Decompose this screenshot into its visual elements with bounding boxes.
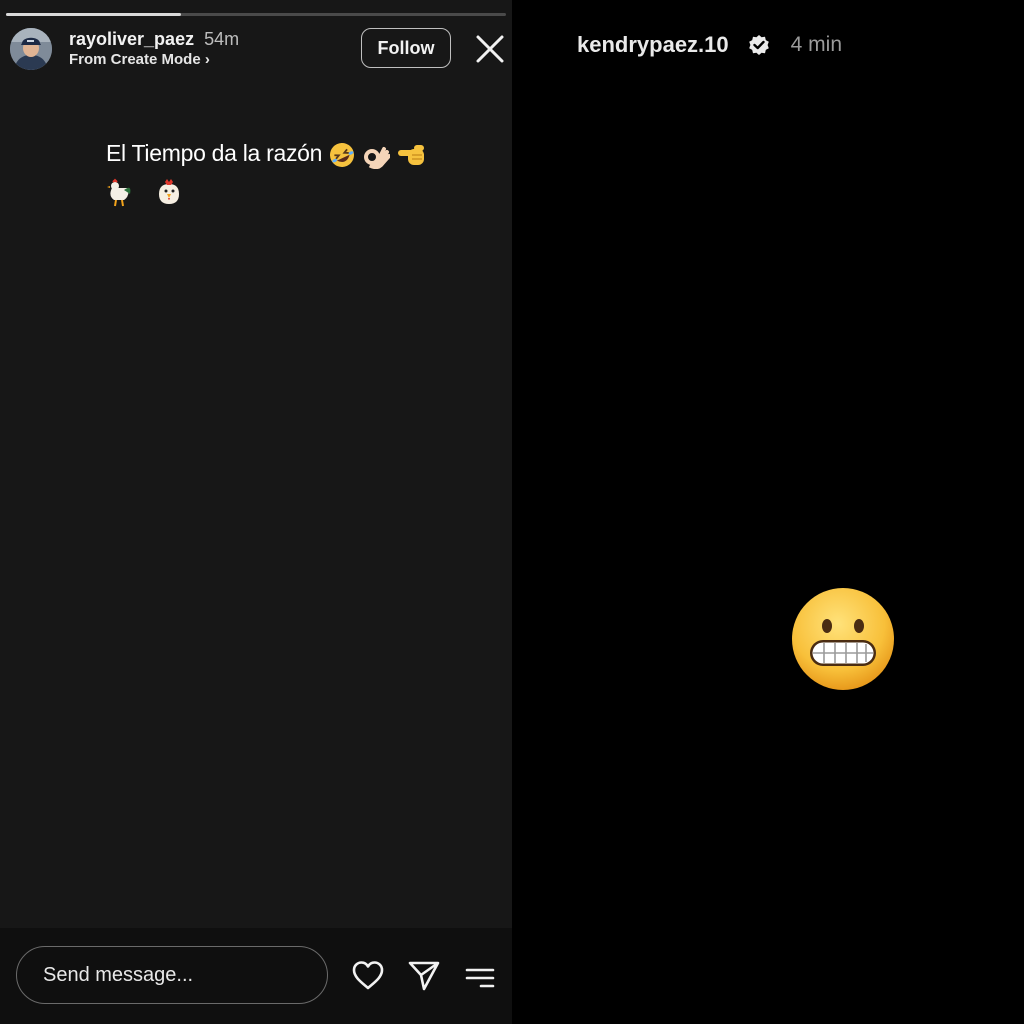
timestamp: 54m xyxy=(204,29,240,49)
caption-line-2 xyxy=(106,172,428,210)
close-icon[interactable] xyxy=(474,33,506,65)
reply-bar xyxy=(0,928,512,1024)
user-info[interactable]: rayoliver_paez 54m From Create Mode › xyxy=(69,28,239,70)
caption-line-1: El Tiempo da la razón xyxy=(106,134,428,172)
create-mode-link[interactable]: From Create Mode › xyxy=(69,50,239,70)
story-header-right: kendrypaez.10 4 min xyxy=(577,30,842,60)
ok-hand-emoji-icon xyxy=(364,146,391,169)
menu-lines-icon[interactable] xyxy=(463,959,497,993)
pointing-left-emoji-icon xyxy=(398,144,425,165)
follow-button[interactable]: Follow xyxy=(361,28,451,68)
send-message-input[interactable] xyxy=(16,946,328,1004)
timestamp: 4 min xyxy=(790,33,842,56)
story-panel-right[interactable]: kendrypaez.10 4 min xyxy=(512,0,1024,1024)
story-progress-bar xyxy=(6,13,506,16)
story-header: rayoliver_paez 54m From Create Mode › Fol… xyxy=(10,28,504,72)
rolling-laughing-emoji-icon xyxy=(330,142,355,167)
story-panel-left[interactable]: rayoliver_paez 54m From Create Mode › Fol… xyxy=(0,0,512,1024)
story-progress-fill xyxy=(6,13,181,16)
username[interactable]: rayoliver_paez xyxy=(69,29,194,49)
avatar[interactable] xyxy=(10,28,52,70)
rooster-emoji-icon xyxy=(107,178,131,207)
heart-icon[interactable] xyxy=(351,959,385,993)
story-caption: El Tiempo da la razón xyxy=(106,134,428,210)
split-screenshot: rayoliver_paez 54m From Create Mode › Fol… xyxy=(0,0,1024,1024)
verified-badge-icon xyxy=(748,35,769,55)
username[interactable]: kendrypaez.10 xyxy=(577,32,729,58)
chicken-emoji-icon xyxy=(159,178,180,204)
send-icon[interactable] xyxy=(407,959,441,993)
caption-text: El Tiempo da la razón xyxy=(106,140,323,166)
grimacing-face-emoji-icon xyxy=(792,588,894,690)
avatar-image xyxy=(10,28,52,70)
